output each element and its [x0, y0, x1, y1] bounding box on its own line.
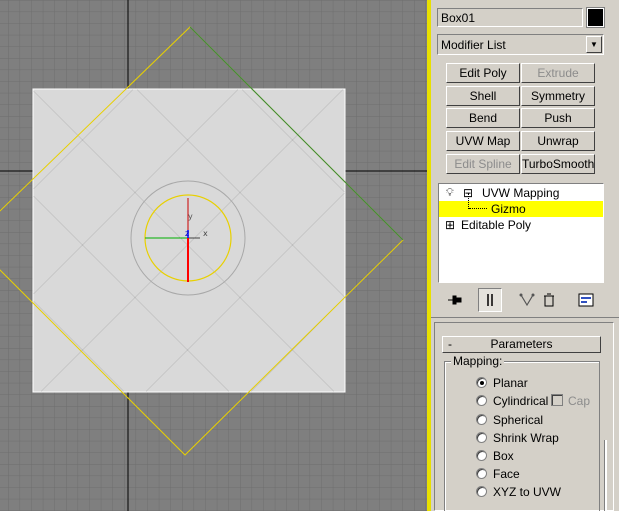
mapping-group-label: Mapping: — [451, 354, 505, 368]
command-panel: Box01 Modifier List ▼ Edit Poly Extrude … — [431, 0, 619, 511]
panel-scrollbar[interactable] — [604, 440, 607, 511]
stack-item-label: UVW Mapping — [482, 186, 560, 200]
radio-spherical[interactable] — [476, 414, 487, 425]
axis-label-z: z — [185, 229, 189, 238]
modifier-button-uvw-map[interactable]: UVW Map — [446, 131, 520, 151]
configure-modifier-sets-icon[interactable] — [574, 288, 598, 312]
object-color-swatch[interactable] — [586, 7, 605, 28]
modifier-button-edit-poly[interactable]: Edit Poly — [446, 63, 520, 83]
stack-item-gizmo[interactable]: Gizmo — [439, 193, 603, 217]
radio-face[interactable] — [476, 468, 487, 479]
modifier-button-symmetry[interactable]: Symmetry — [521, 86, 595, 106]
make-unique-icon[interactable] — [515, 288, 539, 312]
radio-cylindrical[interactable] — [476, 395, 487, 406]
expand-toggle-icon[interactable]: ⊞ — [445, 217, 455, 233]
stack-item-label: Editable Poly — [461, 218, 532, 232]
remove-modifier-icon[interactable] — [537, 288, 561, 312]
divider — [431, 317, 619, 318]
modifier-button-edit-spline[interactable]: Edit Spline — [446, 154, 520, 174]
label-box: Box — [493, 449, 514, 463]
perspective-viewport[interactable]: y z x — [0, 0, 427, 511]
radio-shrink-wrap[interactable] — [476, 432, 487, 443]
radio-xyz-to-uvw[interactable] — [476, 486, 487, 497]
modifier-button-push[interactable]: Push — [521, 108, 595, 128]
radio-box[interactable] — [476, 450, 487, 461]
object-name-field[interactable]: Box01 — [437, 8, 583, 27]
pin-stack-icon[interactable] — [443, 288, 467, 312]
lightbulb-icon[interactable]: 💡︎ — [446, 185, 454, 201]
label-spherical: Spherical — [493, 413, 544, 427]
label-shrink-wrap: Shrink Wrap — [493, 431, 559, 445]
modifier-button-bend[interactable]: Bend — [446, 108, 520, 128]
viewport-canvas: y z x — [0, 0, 427, 511]
modifier-button-extrude[interactable]: Extrude — [521, 63, 595, 83]
show-end-result-icon[interactable] — [478, 288, 502, 312]
stack-item-label: Gizmo — [491, 202, 526, 216]
stack-item-uvw-mapping[interactable]: 💡︎ ⊟ UVW Mapping — [439, 185, 603, 201]
modifier-button-turbosmooth[interactable]: TurboSmooth — [521, 154, 595, 174]
rollout-title-label: Parameters — [490, 337, 553, 351]
tree-branch — [469, 208, 487, 209]
label-face: Face — [493, 467, 520, 481]
label-cap: Cap — [568, 394, 591, 408]
axis-label-y: y — [188, 212, 193, 221]
label-planar: Planar — [493, 376, 528, 390]
modifier-list-dropdown[interactable]: Modifier List ▼ — [437, 34, 604, 55]
axis-label-x: x — [203, 229, 208, 238]
tree-line — [468, 193, 469, 209]
rollout-title-parameters[interactable]: - Parameters — [442, 336, 601, 353]
stack-toolbar — [439, 288, 605, 312]
modifier-button-shell[interactable]: Shell — [446, 86, 520, 106]
label-xyz-to-uvw: XYZ to UVW — [493, 485, 562, 499]
modifier-list-value: Modifier List — [441, 38, 506, 52]
modifier-stack-list[interactable]: 💡︎ ⊟ UVW Mapping Gizmo ⊞ Editable Poly — [438, 183, 604, 283]
stack-item-editable-poly[interactable]: ⊞ Editable Poly — [439, 217, 603, 233]
radio-planar[interactable] — [476, 377, 487, 388]
chevron-down-icon[interactable]: ▼ — [586, 36, 602, 53]
collapse-icon: - — [448, 337, 452, 351]
cap-checkbox[interactable] — [551, 394, 563, 406]
label-cylindrical: Cylindrical — [493, 394, 549, 408]
modifier-button-unwrap-uvw[interactable]: Unwrap UVW — [521, 131, 595, 166]
